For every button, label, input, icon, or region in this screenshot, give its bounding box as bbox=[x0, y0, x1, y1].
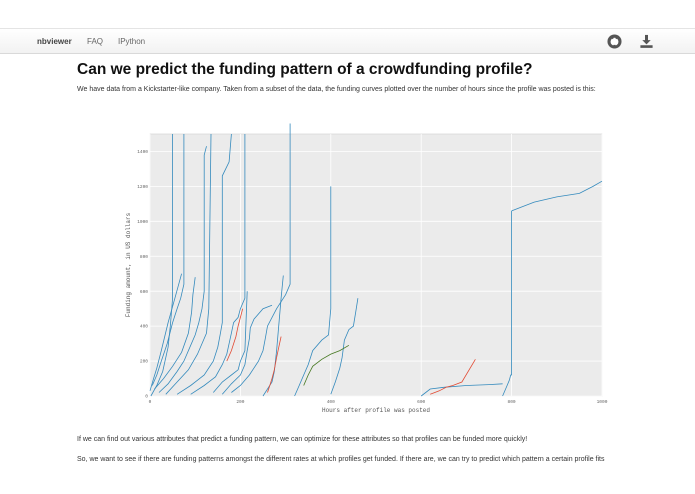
y-tick-label: 800 bbox=[140, 254, 148, 260]
y-tick-label: 1400 bbox=[137, 149, 148, 155]
plot-background bbox=[149, 133, 603, 397]
y-axis-label: Funding amount, in US dollars bbox=[125, 212, 132, 317]
x-tick-label: 400 bbox=[327, 399, 335, 405]
y-tick-label: 1200 bbox=[137, 184, 148, 190]
y-tick-label: 400 bbox=[140, 324, 148, 330]
paragraph-1: If we can find out various attributes th… bbox=[77, 436, 528, 443]
x-tick-label: 200 bbox=[236, 399, 244, 405]
x-tick-label: 0 bbox=[149, 399, 152, 405]
y-tick-label: 1000 bbox=[137, 219, 148, 225]
download-icon[interactable] bbox=[639, 34, 654, 49]
x-tick-label: 600 bbox=[417, 399, 425, 405]
x-axis-label: Hours after profile was posted bbox=[322, 407, 430, 414]
intro-text: We have data from a Kickstarter-like com… bbox=[77, 86, 596, 93]
y-tick-label: 200 bbox=[140, 359, 148, 365]
nav-link-ipython[interactable]: IPython bbox=[118, 37, 145, 46]
nav-link-faq[interactable]: FAQ bbox=[87, 37, 103, 46]
funding-chart: 0 200 400 600 800 1000 0 200 400 600 800 1000 1200 14… bbox=[125, 123, 608, 414]
github-icon[interactable] bbox=[607, 34, 622, 49]
x-tick-label: 800 bbox=[508, 399, 516, 405]
y-tick-label: 0 bbox=[145, 394, 148, 400]
nav-brand[interactable]: nbviewer bbox=[37, 37, 72, 46]
page-title: Can we predict the funding pattern of a … bbox=[77, 61, 533, 78]
y-tick-label: 600 bbox=[140, 289, 148, 295]
x-tick-label: 1000 bbox=[597, 399, 608, 405]
navbar: nbviewer FAQ IPython bbox=[0, 28, 695, 54]
paragraph-2: So, we want to see if there are funding … bbox=[77, 456, 605, 463]
